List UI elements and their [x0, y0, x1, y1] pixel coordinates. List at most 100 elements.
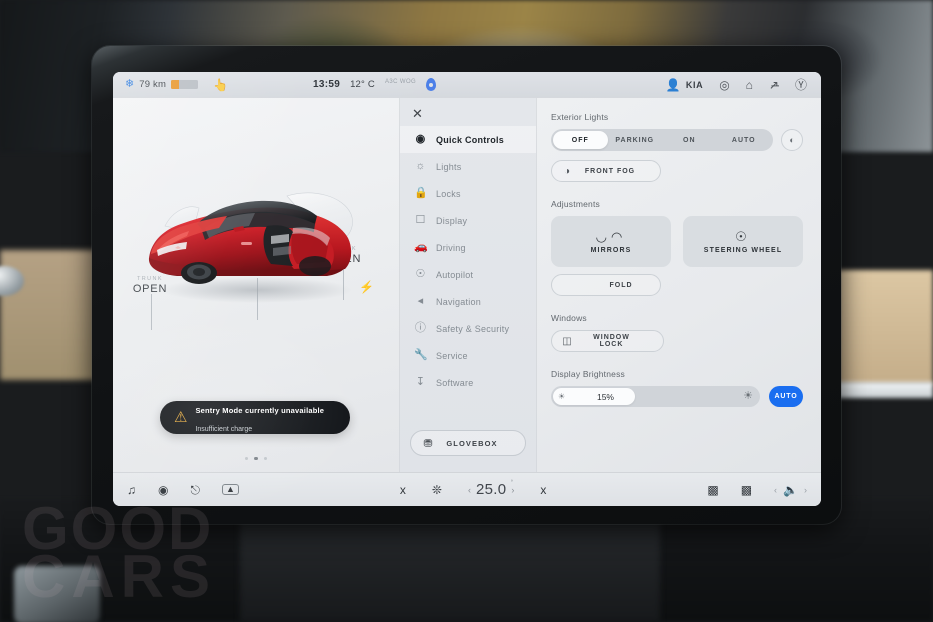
fold-button[interactable]: FOLD [551, 274, 661, 296]
volume-icon[interactable]: 🔈 [783, 484, 798, 496]
camera-icon[interactable]: ◉ [158, 484, 168, 496]
light-mode-auto[interactable]: AUTO [717, 131, 772, 149]
bottom-bar-left: ♫ ◉ ⎋ ▲ [113, 484, 239, 496]
hand-brake-icon[interactable]: 👆 [213, 78, 228, 92]
glovebox-button[interactable]: ⛃ GLOVEBOX [410, 430, 526, 456]
temp-increase-button[interactable]: › [511, 485, 514, 495]
home-icon[interactable]: ⌂ [746, 79, 753, 91]
light-mode-parking[interactable]: PARKING [608, 131, 663, 149]
background-right-highlight [836, 382, 933, 398]
volume-down-button[interactable]: ‹ [774, 485, 777, 495]
sidebar-item-software[interactable]: ↧ Software [400, 369, 536, 396]
display-icon: ☐ [415, 214, 426, 226]
sidebar-item-navigation[interactable]: ◂ Navigation [400, 288, 536, 315]
brightness-row: ☀ 15% ☀ AUTO [551, 386, 803, 407]
car-icon: 🚗 [414, 241, 428, 253]
sidebar-item-label: Safety & Security [436, 323, 510, 334]
mirrors-icon: ◡◠ [595, 228, 627, 244]
fan-icon[interactable]: ❊ [432, 484, 442, 496]
navigation-arrow-icon: ◂ [417, 295, 424, 307]
sentry-mode-toast[interactable]: ⚠ Sentry Mode currently unavailable Insu… [160, 401, 350, 434]
sidebar-item-label: Lights [436, 161, 462, 172]
temperature-value: 25.0 ° [475, 480, 514, 498]
quick-controls-icon: ◉ [415, 133, 426, 145]
bluetooth-icon[interactable]: Ⓨ [795, 79, 807, 91]
quick-controls-panel: Exterior Lights OFF PARKING ON AUTO ◐ ◑ … [537, 98, 821, 472]
page-dot[interactable] [263, 456, 268, 460]
screen-body: TRUNK OPEN TRUNK OPEN 🔓 ⚡ [113, 98, 821, 472]
media-note-icon[interactable]: ♫ [127, 484, 136, 496]
temp-decrease-button[interactable]: ‹ [468, 485, 471, 495]
background-right-wood-trim [838, 270, 933, 385]
exterior-lights-title: Exterior Lights [551, 112, 609, 122]
mirrors-card[interactable]: ◡◠ MIRRORS [551, 216, 671, 267]
temperature-control[interactable]: ‹ 25.0 ° › [468, 480, 514, 498]
tesla-model3-illustration[interactable] [137, 166, 375, 308]
wifi-off-icon[interactable]: ↗̶ [769, 79, 779, 91]
wrench-icon: 🔧 [414, 349, 428, 361]
dashcam-icon[interactable]: ◎ [719, 79, 729, 91]
sidebar-item-lights[interactable]: ☼ Lights [400, 153, 536, 180]
rear-defrost-icon[interactable]: ▩ [707, 484, 718, 496]
steering-wheel-label: STEERING WHEEL [703, 246, 783, 254]
display-bezel: ❄ 79 km 👆 13:59 12° C A3C WOG 👤 KIA ◎ ⌂ … [92, 46, 841, 524]
driver-profile-button[interactable]: 👤 KIA [666, 79, 703, 91]
seat-heater-right-icon[interactable]: x [540, 484, 546, 496]
alert-circle-icon: ⓘ [414, 322, 427, 334]
range-label: 79 km [139, 79, 167, 90]
light-mode-off[interactable]: OFF [553, 131, 608, 149]
wiper-icon[interactable]: ⎋ [190, 484, 200, 496]
light-mode-on[interactable]: ON [662, 131, 717, 149]
volume-up-button[interactable]: › [804, 485, 807, 495]
sidebar-item-locks[interactable]: 🔒 Locks [400, 180, 536, 207]
sidebar-item-label: Driving [436, 242, 466, 253]
sidebar-item-autopilot[interactable]: ☉ Autopilot [400, 261, 536, 288]
sidebar-item-quick-controls[interactable]: ◉ Quick Controls [400, 126, 536, 153]
sidebar-item-label: Locks [436, 188, 461, 199]
volume-control[interactable]: ‹ 🔈 › [774, 484, 807, 496]
sidebar-item-display[interactable]: ☐ Display [400, 207, 536, 234]
brightness-auto-button[interactable]: AUTO [769, 386, 803, 407]
sidebar-item-service[interactable]: 🔧 Service [400, 342, 536, 369]
front-fog-button[interactable]: ◑ FRONT FOG [551, 160, 661, 182]
page-dot-active[interactable] [254, 456, 258, 460]
vent-up-icon[interactable]: ▲ [221, 484, 239, 495]
lights-icon: ☼ [415, 160, 426, 172]
download-icon: ↧ [415, 376, 426, 388]
sidebar-item-safety-security[interactable]: ⓘ Safety & Security [400, 315, 536, 342]
brightness-slider[interactable]: ☀ 15% ☀ [551, 386, 760, 407]
steering-wheel-icon: ☉ [735, 228, 751, 244]
page-indicator-dots[interactable] [113, 456, 399, 460]
window-lock-button[interactable]: ◫ WINDOW LOCK [551, 330, 664, 352]
steering-wheel-icon: ☉ [415, 268, 426, 280]
car-visualization[interactable]: TRUNK OPEN TRUNK OPEN 🔓 ⚡ [113, 98, 399, 472]
person-icon: 👤 [665, 77, 681, 92]
window-lock-label: WINDOW LOCK [593, 334, 630, 348]
steering-wheel-card[interactable]: ☉ STEERING WHEEL [683, 216, 803, 267]
fold-label: FOLD [609, 281, 633, 289]
outside-temperature-label: 12° C [350, 79, 375, 90]
exterior-lights-segmented[interactable]: OFF PARKING ON AUTO [551, 129, 773, 151]
seat-heater-left-icon[interactable]: x [400, 484, 406, 496]
warning-triangle-icon: ⚠ [174, 409, 188, 426]
page-dot[interactable] [244, 456, 249, 460]
sidebar-item-driving[interactable]: 🚗 Driving [400, 234, 536, 261]
status-bar-center: 13:59 12° C A3C WOG [303, 78, 666, 91]
windows-title: Windows [551, 313, 587, 323]
sentry-toast-text: Sentry Mode currently unavailable Insuff… [195, 400, 324, 436]
tesla-touchscreen[interactable]: ❄ 79 km 👆 13:59 12° C A3C WOG 👤 KIA ◎ ⌂ … [113, 72, 821, 506]
sentry-toast-subtitle: Insufficient charge [195, 425, 253, 433]
mirrors-label: MIRRORS [590, 246, 632, 254]
map-pin-icon[interactable] [426, 78, 437, 91]
fog-light-icon: ◑ [563, 165, 571, 177]
glovebox-icon: ⛃ [423, 437, 433, 450]
bottom-bar-right: ▩ ▩ ‹ 🔈 › [707, 484, 821, 496]
front-fog-label: FRONT FOG [584, 167, 636, 175]
lock-icon: 🔒 [414, 187, 428, 199]
sentry-toast-title: Sentry Mode currently unavailable [195, 405, 325, 415]
window-lock-icon: ◫ [562, 335, 572, 347]
close-icon[interactable]: ✕ [412, 104, 432, 124]
front-defrost-icon[interactable]: ▩ [741, 484, 752, 496]
sun-small-icon: ☀ [558, 391, 566, 401]
high-beam-icon[interactable]: ◐ [781, 129, 803, 151]
